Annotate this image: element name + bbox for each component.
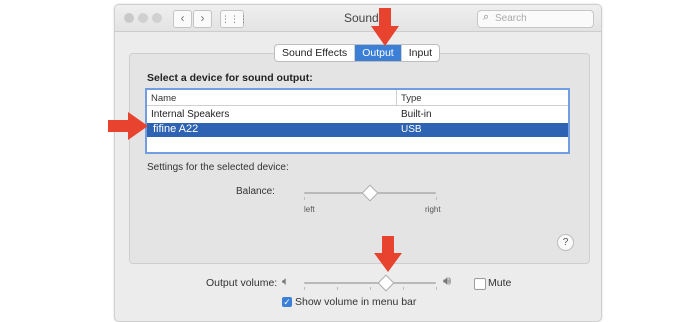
zoom-window-button[interactable] [152, 13, 162, 23]
output-volume-label: Output volume: [206, 277, 278, 289]
search-placeholder: Search [495, 13, 527, 24]
volume-slider[interactable] [304, 282, 436, 284]
device-row[interactable]: Internal Speakers Built-in [147, 108, 568, 122]
slider-tick [304, 197, 305, 200]
slider-tick [436, 287, 437, 290]
question-mark-icon: ? [562, 237, 569, 248]
speaker-high-icon: 🔊︎ [443, 273, 452, 288]
column-header-name[interactable]: Name [151, 93, 176, 104]
show-volume-checkbox[interactable]: ✓ [282, 297, 292, 307]
search-icon: ⌕ [483, 11, 490, 23]
help-button[interactable]: ? [557, 234, 574, 251]
device-name: fifine A22 [153, 123, 199, 135]
column-header-type[interactable]: Type [401, 93, 422, 104]
close-window-button[interactable] [124, 13, 134, 23]
title-bar: ‹ › ⋮⋮⋮ Sound ⌕ Search [115, 5, 601, 32]
device-type: Built-in [401, 109, 432, 120]
column-divider [396, 90, 397, 105]
chevron-right-icon: › [200, 11, 205, 25]
arrow-right-icon [108, 112, 148, 140]
grid-icon: ⋮⋮⋮ [221, 14, 248, 24]
segmented-tabs: Sound Effects Output Input [274, 44, 441, 62]
slider-tick [436, 197, 437, 200]
back-button[interactable]: ‹ [173, 10, 192, 28]
device-row-selected[interactable]: fifine A22 USB [147, 123, 568, 137]
balance-left-label: left [304, 205, 315, 214]
minimize-window-button[interactable] [138, 13, 148, 23]
output-panel [129, 53, 590, 264]
tab-sound-effects[interactable]: Sound Effects [275, 45, 356, 61]
balance-right-label: right [425, 205, 441, 214]
arrow-down-icon [374, 236, 402, 272]
mute-label: Mute [488, 277, 512, 289]
device-table: Name Type Internal Speakers Built-in fif… [145, 88, 570, 154]
mute-checkbox[interactable] [474, 278, 486, 290]
slider-tick [370, 287, 371, 290]
device-type: USB [401, 124, 422, 135]
forward-button[interactable]: › [193, 10, 212, 28]
arrow-down-icon [371, 8, 399, 46]
tab-input[interactable]: Input [402, 45, 439, 61]
show-all-button[interactable]: ⋮⋮⋮ [220, 10, 248, 28]
chevron-left-icon: ‹ [180, 11, 185, 25]
slider-tick [403, 287, 404, 290]
slider-tick [337, 287, 338, 290]
table-header: Name Type [147, 90, 568, 106]
settings-label: Settings for the selected device: [147, 162, 289, 173]
slider-tick [304, 287, 305, 290]
device-name: Internal Speakers [151, 109, 230, 120]
tab-output[interactable]: Output [355, 45, 402, 61]
search-field[interactable]: ⌕ Search [477, 10, 594, 28]
select-device-label: Select a device for sound output: [147, 72, 313, 84]
show-volume-label: Show volume in menu bar [295, 296, 417, 308]
balance-label: Balance: [236, 186, 275, 197]
speaker-low-icon: 🔈︎ [282, 274, 290, 288]
